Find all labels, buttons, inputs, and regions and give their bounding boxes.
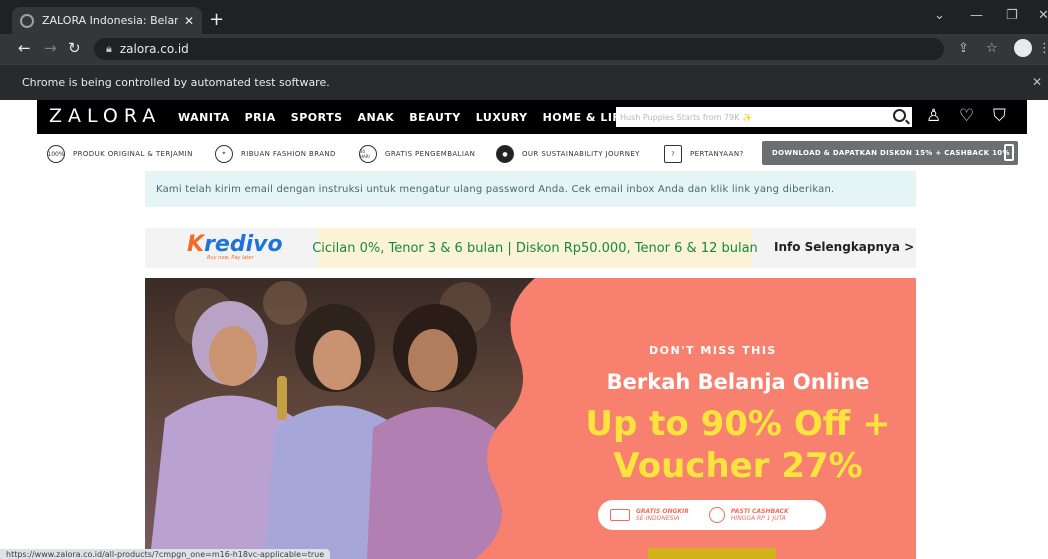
tab-favicon-icon	[20, 13, 34, 28]
bookmark-star-icon[interactable]: ☆	[986, 41, 998, 56]
nav-sports[interactable]: SPORTS	[291, 111, 343, 124]
usp-label: OUR SUSTAINABILITY JOURNEY	[522, 150, 640, 158]
infobar-close-icon[interactable]: ✕	[1032, 75, 1042, 89]
usp-label: RIBUAN FASHION BRAND	[241, 150, 336, 158]
search-input[interactable]: Hush Puppies Starts from 79K ✨	[616, 107, 912, 127]
badge-100-icon: 100%	[47, 145, 65, 163]
browser-tab[interactable]: ZALORA Indonesia: Belanja Onlin ✕	[12, 7, 202, 34]
phone-icon	[1004, 144, 1014, 161]
usp-faq[interactable]: ? PERTANYAAN?	[664, 145, 744, 163]
new-tab-icon[interactable]: +	[209, 9, 224, 30]
truck-icon	[610, 509, 630, 521]
address-url: zalora.co.id	[119, 42, 189, 56]
kredivo-logo: Kredivo	[187, 232, 283, 257]
kredivo-offer-text: Cicilan 0%, Tenor 3 & 6 bulan | Diskon R…	[312, 240, 758, 256]
nav-beauty[interactable]: BEAUTY	[409, 111, 460, 124]
tab-title: ZALORA Indonesia: Belanja Onlin	[42, 14, 178, 27]
cashback-icon	[708, 507, 725, 523]
hero-offer-line2: Voucher 27%	[613, 446, 863, 486]
30-days-icon: 30 HARI	[359, 145, 377, 163]
reload-icon[interactable]: ↻	[68, 39, 81, 57]
usp-brands[interactable]: ⌖ RIBUAN FASHION BRAND	[215, 145, 336, 163]
share-icon[interactable]: ⇪	[958, 41, 969, 56]
shop-now-button[interactable]	[648, 548, 776, 559]
restore-icon[interactable]: ❐	[1006, 8, 1018, 23]
free-shipping-badge: GRATIS ONGKIR SE-INDONESIA	[636, 508, 689, 522]
tab-search-icon[interactable]: ⌄	[934, 8, 945, 23]
search-icon[interactable]	[893, 109, 906, 122]
hero-title: Berkah Belanja Online	[606, 370, 870, 394]
wishlist-heart-icon[interactable]: ♡	[959, 106, 974, 126]
kredivo-info-link[interactable]: Info Selengkapnya >	[774, 240, 914, 254]
site-header: ZALORA WANITA PRIA SPORTS ANAK BEAUTY LU…	[37, 100, 1027, 134]
main-nav: WANITA PRIA SPORTS ANAK BEAUTY LUXURY HO…	[178, 100, 684, 134]
question-icon: ?	[664, 145, 682, 163]
usp-returns[interactable]: 30 HARI GRATIS PENGEMBALIAN	[359, 145, 475, 163]
menu-icon[interactable]: ⋮	[1038, 41, 1048, 56]
password-reset-notice: Kami telah kirim email dengan instruksi …	[145, 171, 916, 207]
notice-text: Kami telah kirim email dengan instruksi …	[156, 183, 835, 195]
usp-label: PERTANYAAN?	[690, 150, 744, 158]
back-icon[interactable]: ←	[18, 39, 31, 57]
cashback-badge: PASTI CASHBACK HINGGA RP 1 JUTA	[730, 508, 789, 522]
usp-label: GRATIS PENGEMBALIAN	[385, 150, 476, 158]
infobar-text: Chrome is being controlled by automated …	[22, 76, 330, 89]
nav-anak[interactable]: ANAK	[358, 111, 395, 124]
minimize-icon[interactable]: —	[970, 8, 983, 23]
profile-avatar-icon[interactable]	[1014, 39, 1032, 57]
usp-bar: 100% PRODUK ORIGINAL & TERJAMIN ⌖ RIBUAN…	[37, 134, 1027, 172]
hero-banner[interactable]: DON'T MISS THIS Berkah Belanja Online Up…	[145, 278, 916, 559]
tag-icon: ⌖	[215, 145, 233, 163]
kredivo-offer: Cicilan 0%, Tenor 3 & 6 bulan | Diskon R…	[312, 228, 758, 268]
automation-infobar: Chrome is being controlled by automated …	[0, 64, 1048, 100]
download-label: DOWNLOAD & DAPATKAN DISKON 15% + CASHBAC…	[772, 149, 1010, 157]
hero-eyebrow: DON'T MISS THIS	[649, 344, 777, 357]
forward-icon[interactable]: →	[44, 39, 57, 57]
status-url-bubble: https://www.zalora.co.id/all-products/?c…	[0, 549, 331, 559]
nav-pria[interactable]: PRIA	[245, 111, 276, 124]
lock-icon[interactable]: 🔒︎	[106, 42, 112, 56]
hero-benefits-pill: GRATIS ONGKIR SE-INDONESIA PASTI CASHBACK…	[598, 500, 826, 530]
globe-icon: ●	[496, 145, 514, 163]
account-icon[interactable]: ♙	[926, 106, 941, 126]
nav-luxury[interactable]: LUXURY	[476, 111, 528, 124]
zalora-logo[interactable]: ZALORA	[49, 105, 161, 127]
usp-label: PRODUK ORIGINAL & TERJAMIN	[73, 150, 193, 158]
kredivo-tagline: Buy now, Pay later	[207, 255, 254, 261]
shopping-bag-icon[interactable]: ⛉	[993, 106, 1006, 126]
search-placeholder: Hush Puppies Starts from 79K ✨	[620, 112, 752, 122]
browser-tab-strip: ZALORA Indonesia: Belanja Onlin ✕ + ⌄ — …	[0, 0, 1048, 34]
nav-wanita[interactable]: WANITA	[178, 111, 230, 124]
tab-close-icon[interactable]: ✕	[184, 14, 194, 28]
hero-offer-line1: Up to 90% Off +	[585, 404, 891, 444]
usp-original[interactable]: 100% PRODUK ORIGINAL & TERJAMIN	[47, 145, 193, 163]
download-app-button[interactable]: DOWNLOAD & DAPATKAN DISKON 15% + CASHBAC…	[762, 141, 1018, 165]
browser-toolbar: ← → ↻ 🔒︎ zalora.co.id ⇪ ☆ ⋮	[0, 34, 1048, 64]
kredivo-banner[interactable]: Kredivo Buy now, Pay later Cicilan 0%, T…	[145, 228, 916, 268]
window-close-icon[interactable]: ✕	[1038, 8, 1048, 23]
usp-sustainability[interactable]: ● OUR SUSTAINABILITY JOURNEY	[496, 145, 640, 163]
address-bar[interactable]: 🔒︎ zalora.co.id	[94, 38, 944, 60]
